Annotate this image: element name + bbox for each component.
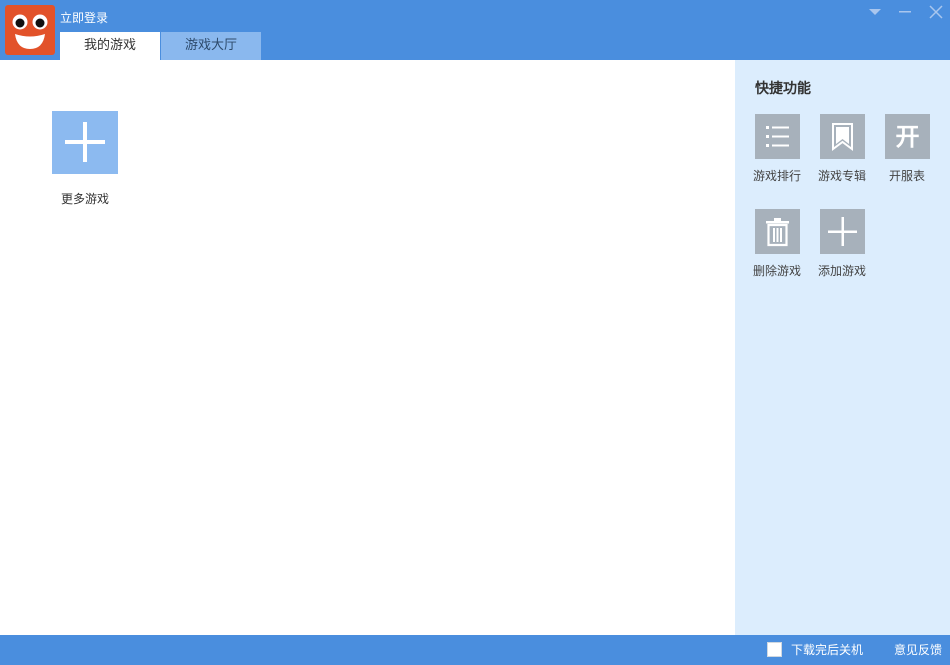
tab-game-hall[interactable]: 游戏大厅 [161,32,261,60]
my-games-panel: 更多游戏 [0,60,735,635]
shutdown-checkbox[interactable] [767,642,782,657]
plus-icon [819,209,865,254]
server-schedule-label: 开服表 [888,169,925,183]
kai-icon: 开 [884,114,930,159]
smiley-face-icon [12,14,48,49]
avatar[interactable] [5,5,55,55]
delete-game-button[interactable]: 删除游戏 [752,209,802,279]
bookmark-icon [819,114,865,159]
login-link[interactable]: 立即登录 [60,10,108,26]
status-bar: 下载完后关机 意见反馈 [0,635,950,665]
game-ranking-label: 游戏排行 [752,169,801,183]
add-game-label: 添加游戏 [817,264,866,278]
game-album-label: 游戏专辑 [817,169,866,183]
tab-my-games[interactable]: 我的游戏 [60,32,160,60]
game-ranking-button[interactable]: 游戏排行 [752,114,802,184]
trash-icon [754,209,800,254]
kai-glyph: 开 [895,123,919,151]
list-icon [754,114,800,159]
shutdown-label: 下载完后关机 [791,643,864,657]
more-games-tile[interactable] [52,111,118,174]
plus-icon [65,122,105,162]
add-game-button[interactable]: 添加游戏 [817,209,867,279]
server-schedule-button[interactable]: 开 开服表 [882,114,932,184]
close-icon[interactable] [926,4,946,20]
dropdown-icon[interactable] [865,4,885,20]
more-games-label: 更多游戏 [60,192,109,206]
delete-game-label: 删除游戏 [752,264,801,278]
quick-functions-title: 快捷功能 [755,81,811,97]
title-bar: 立即登录 我的游戏 游戏大厅 [0,0,950,60]
game-album-button[interactable]: 游戏专辑 [817,114,867,184]
feedback-link[interactable]: 意见反馈 [894,642,942,658]
quick-functions-panel: 快捷功能 游戏排行 游戏专辑 开 开服表 删除游戏 添加游戏 [735,60,950,635]
minimize-icon[interactable] [895,4,915,20]
